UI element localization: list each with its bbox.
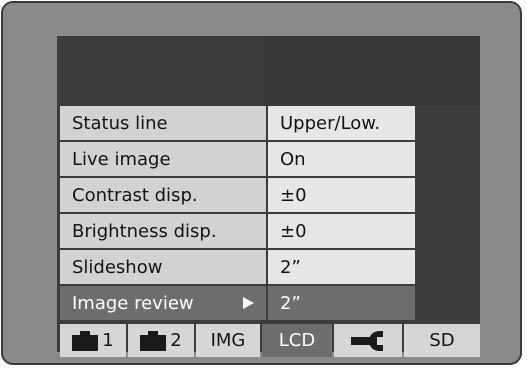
menu-row-live-image[interactable]: Live image On xyxy=(60,142,415,176)
menu-item-value[interactable]: Upper/Low. xyxy=(268,106,415,140)
tab-label: 2 xyxy=(170,330,182,351)
tab-label: SD xyxy=(429,330,455,351)
menu-item-value[interactable]: On xyxy=(268,142,415,176)
menu-item-label: Live image xyxy=(60,142,266,176)
tab-label: 1 xyxy=(102,330,114,351)
menu-item-label: Contrast disp. xyxy=(60,178,266,212)
tab-label: IMG xyxy=(210,330,246,351)
menu-item-value[interactable]: ±0 xyxy=(268,178,415,212)
menu-row-brightness-disp[interactable]: Brightness disp. ±0 xyxy=(60,214,415,248)
menu-row-contrast-disp[interactable]: Contrast disp. ±0 xyxy=(60,178,415,212)
menu-row-slideshow[interactable]: Slideshow 2” xyxy=(60,250,415,284)
tab-label: LCD xyxy=(278,330,316,351)
menu-item-value[interactable]: 2” xyxy=(268,286,415,320)
tab-sd[interactable]: SD xyxy=(404,324,480,357)
submenu-arrow-icon xyxy=(243,297,254,309)
tab-lcd[interactable]: LCD xyxy=(262,324,332,357)
lcd-settings-menu: Status line Upper/Low. Live image On Con… xyxy=(60,106,415,322)
menu-item-label: Brightness disp. xyxy=(60,214,266,248)
menu-tab-bar: 1 2 IMG LCD SD xyxy=(60,324,480,357)
menu-item-label: Image review xyxy=(60,286,266,320)
menu-item-label: Slideshow xyxy=(60,250,266,284)
tab-camera-1[interactable]: 1 xyxy=(60,324,126,357)
tab-camera-2[interactable]: 2 xyxy=(128,324,194,357)
camera-icon xyxy=(72,330,99,351)
screen-background-panel xyxy=(263,36,480,106)
camera-icon xyxy=(140,330,167,351)
tab-img[interactable]: IMG xyxy=(196,324,260,357)
tab-setup[interactable] xyxy=(334,324,402,357)
menu-item-label: Status line xyxy=(60,106,266,140)
menu-row-image-review[interactable]: Image review 2” xyxy=(60,286,415,320)
menu-item-value[interactable]: 2” xyxy=(268,250,415,284)
wrench-icon xyxy=(351,330,385,351)
menu-row-status-line[interactable]: Status line Upper/Low. xyxy=(60,106,415,140)
menu-item-value[interactable]: ±0 xyxy=(268,214,415,248)
menu-item-label-text: Image review xyxy=(72,292,194,314)
